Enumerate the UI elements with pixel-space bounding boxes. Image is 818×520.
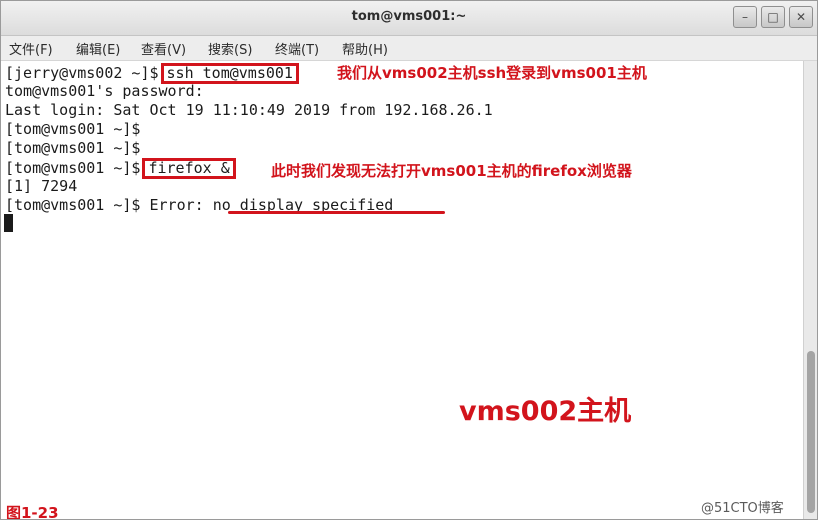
title-bar[interactable]: tom@vms001:~ – □ ✕ bbox=[1, 1, 817, 36]
minimize-button[interactable]: – bbox=[733, 6, 757, 28]
firefox-command-highlight: firefox & bbox=[142, 158, 236, 179]
prompt-text: [tom@vms001 ~]$ Error: bbox=[5, 196, 213, 214]
terminal-line: [jerry@vms002 ~]$ ssh tom@vms001 bbox=[5, 63, 299, 84]
terminal-window: tom@vms001:~ – □ ✕ 文件(F) 编辑(E) 查看(V) 搜索(… bbox=[0, 0, 818, 520]
terminal-line: [tom@vms001 ~]$ firefox & bbox=[5, 158, 236, 179]
menu-search[interactable]: 搜索(S) bbox=[208, 39, 252, 58]
menu-help[interactable]: 帮助(H) bbox=[342, 39, 388, 58]
ssh-command-highlight: ssh tom@vms001 bbox=[160, 63, 299, 84]
firefox-annotation: 此时我们发现无法打开vms001主机的firefox浏览器 bbox=[271, 162, 632, 180]
prompt-text: [tom@vms001 ~]$ bbox=[5, 159, 141, 177]
window-title: tom@vms001:~ bbox=[351, 9, 467, 24]
host-label: vms002主机 bbox=[459, 396, 632, 427]
figure-label: 图1-23 bbox=[6, 504, 59, 519]
terminal-line: tom@vms001's password: bbox=[5, 82, 204, 100]
text-cursor bbox=[4, 214, 13, 232]
error-underline bbox=[228, 211, 445, 214]
terminal-line: Last login: Sat Oct 19 11:10:49 2019 fro… bbox=[5, 101, 493, 119]
terminal-line: [tom@vms001 ~]$ bbox=[5, 120, 141, 138]
prompt-text: [jerry@vms002 ~]$ bbox=[5, 64, 159, 82]
menu-view[interactable]: 查看(V) bbox=[141, 39, 186, 58]
menu-file[interactable]: 文件(F) bbox=[9, 39, 53, 58]
terminal-output[interactable]: [jerry@vms002 ~]$ ssh tom@vms001 tom@vms0… bbox=[1, 61, 803, 519]
ssh-annotation: 我们从vms002主机ssh登录到vms001主机 bbox=[337, 64, 647, 82]
scrollbar-thumb[interactable] bbox=[807, 351, 815, 513]
maximize-icon: □ bbox=[767, 10, 779, 24]
minimize-icon: – bbox=[742, 10, 748, 24]
terminal-line: [tom@vms001 ~]$ bbox=[5, 139, 141, 157]
menu-bar: 文件(F) 编辑(E) 查看(V) 搜索(S) 终端(T) 帮助(H) bbox=[1, 36, 817, 61]
menu-edit[interactable]: 编辑(E) bbox=[76, 39, 120, 58]
close-icon: ✕ bbox=[795, 10, 807, 24]
close-button[interactable]: ✕ bbox=[789, 6, 813, 28]
menu-terminal[interactable]: 终端(T) bbox=[275, 39, 319, 58]
vertical-scrollbar[interactable] bbox=[803, 61, 817, 519]
maximize-button[interactable]: □ bbox=[761, 6, 785, 28]
watermark: @51CTO博客 bbox=[701, 501, 784, 516]
terminal-line: [1] 7294 bbox=[5, 177, 78, 195]
